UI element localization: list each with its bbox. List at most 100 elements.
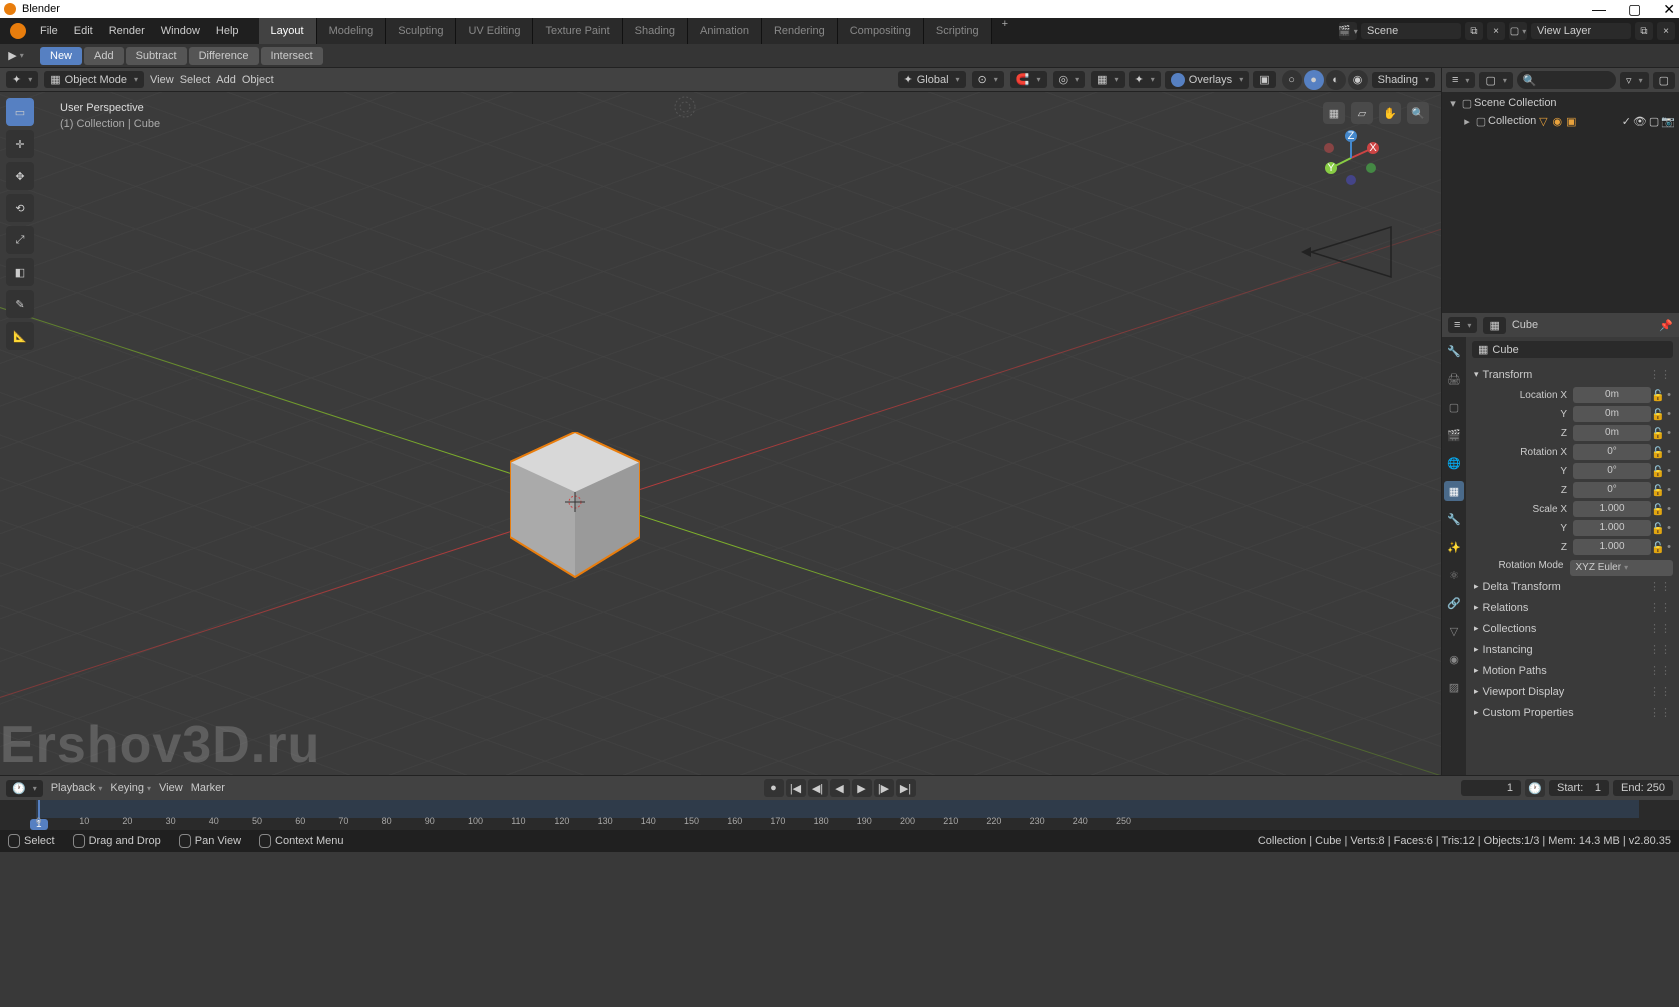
pin-icon[interactable]: 📌 (1659, 319, 1673, 332)
play-reverse-button[interactable]: ◀ (830, 779, 850, 797)
start-frame-field[interactable]: Start:1 (1549, 780, 1609, 796)
chevron-right-icon[interactable]: ▸ (1460, 115, 1474, 128)
lock-icon[interactable]: 🔓 (1651, 408, 1665, 421)
relations-panel[interactable]: ▸Relations⋮⋮ (1472, 597, 1673, 618)
scale-y-field[interactable]: 1.000 (1573, 520, 1651, 536)
properties-editor-dropdown[interactable]: ≡ (1448, 317, 1477, 333)
xray-toggle[interactable]: ▣ (1253, 71, 1275, 88)
tab-sculpting[interactable]: Sculpting (386, 18, 456, 44)
tab-world-icon[interactable]: 🌐 (1444, 453, 1464, 473)
menu-help[interactable]: Help (208, 18, 247, 44)
tool-cursor-icon[interactable]: ▶ (6, 46, 26, 66)
cursor-tool[interactable]: ✛ (6, 130, 34, 158)
view-menu[interactable]: View (150, 74, 174, 86)
menu-window[interactable]: Window (153, 18, 208, 44)
rotation-z-field[interactable]: 0° (1573, 482, 1651, 498)
outliner-collection[interactable]: ▸ ▢ Collection ▽ ◉ ▣ ✓ 👁 ▢ 📷 (1444, 112, 1677, 130)
close-button[interactable]: ✕ (1663, 1, 1675, 18)
render-toggle-icon[interactable]: 📷 (1661, 115, 1675, 128)
viewport-display-panel[interactable]: ▸Viewport Display⋮⋮ (1472, 681, 1673, 702)
scale-tool[interactable]: ⤢ (6, 226, 34, 254)
outliner-new-collection-button[interactable]: ▢ (1653, 72, 1675, 89)
tab-texture-icon[interactable]: ▨ (1444, 677, 1464, 697)
location-x-field[interactable]: 0m (1573, 387, 1651, 403)
3d-viewport[interactable]: ▭ ✛ ✥ ⟲ ⤢ ◧ ✎ 📐 User Perspective (1) Col… (0, 92, 1441, 775)
location-y-field[interactable]: 0m (1573, 406, 1651, 422)
measure-tool[interactable]: 📐 (6, 322, 34, 350)
lock-icon[interactable]: 🔓 (1651, 541, 1665, 554)
tab-rendering[interactable]: Rendering (762, 18, 838, 44)
tab-render-icon[interactable]: 🔧 (1444, 341, 1464, 361)
lookdev-shading-icon[interactable]: ◐ (1326, 70, 1346, 90)
menu-render[interactable]: Render (101, 18, 153, 44)
light-object[interactable] (670, 92, 700, 122)
lock-icon[interactable]: 🔓 (1651, 522, 1665, 535)
tab-texture-paint[interactable]: Texture Paint (533, 18, 622, 44)
lock-icon[interactable]: 🔓 (1651, 446, 1665, 459)
hide-toggle-icon[interactable]: 👁 (1633, 115, 1647, 128)
bool-subtract-button[interactable]: Subtract (126, 47, 187, 65)
maximize-button[interactable]: ▢ (1628, 1, 1641, 18)
mode-dropdown[interactable]: ▦ Object Mode (44, 71, 144, 88)
motion-paths-panel[interactable]: ▸Motion Paths⋮⋮ (1472, 660, 1673, 681)
instancing-panel[interactable]: ▸Instancing⋮⋮ (1472, 639, 1673, 660)
viewlayer-name-field[interactable]: View Layer (1531, 23, 1631, 39)
exclude-toggle-icon[interactable]: ✓ (1622, 115, 1631, 128)
lock-icon[interactable]: 🔓 (1651, 465, 1665, 478)
snap-dropdown[interactable]: 🧲 (1010, 71, 1047, 88)
jump-end-button[interactable]: ▶| (896, 779, 916, 797)
lock-icon[interactable]: 🔓 (1651, 389, 1665, 402)
play-button[interactable]: ▶ (852, 779, 872, 797)
tab-uv-editing[interactable]: UV Editing (456, 18, 533, 44)
scene-new-button[interactable]: ⧉ (1465, 22, 1483, 40)
tab-viewlayer-icon[interactable]: ▢ (1444, 397, 1464, 417)
outliner-search-input[interactable]: 🔍 (1517, 71, 1616, 89)
axis-gizmo[interactable]: X Y Z (1323, 130, 1379, 186)
view-menu[interactable]: View (159, 782, 183, 794)
timeline-track[interactable]: 1 01020304050607080901001101201301401501… (0, 800, 1679, 830)
tab-constraints-icon[interactable]: 🔗 (1444, 593, 1464, 613)
tab-scripting[interactable]: Scripting (924, 18, 992, 44)
move-tool[interactable]: ✥ (6, 162, 34, 190)
rotation-x-field[interactable]: 0° (1573, 444, 1651, 460)
select-box-tool[interactable]: ▭ (6, 98, 34, 126)
tab-modifiers-icon[interactable]: 🔧 (1444, 509, 1464, 529)
jump-start-button[interactable]: |◀ (786, 779, 806, 797)
bool-add-button[interactable]: Add (84, 47, 124, 65)
shading-dropdown[interactable]: Shading (1372, 72, 1435, 88)
transform-tool[interactable]: ◧ (6, 258, 34, 286)
scene-browse-icon[interactable]: 🎬 (1339, 22, 1357, 40)
cube-object[interactable] (510, 432, 640, 582)
pan-icon[interactable]: ✋ (1379, 102, 1401, 124)
menu-edit[interactable]: Edit (66, 18, 101, 44)
current-frame-field[interactable]: 1 (1461, 780, 1521, 796)
outliner-editor-dropdown[interactable]: ≡ (1446, 72, 1475, 88)
gizmos-dropdown[interactable]: ✦ (1129, 71, 1161, 88)
add-menu[interactable]: Add (216, 74, 236, 86)
wireframe-shading-icon[interactable]: ○ (1282, 70, 1302, 90)
orientation-dropdown[interactable]: ✦ Global (898, 71, 966, 88)
viewlayer-new-button[interactable]: ⧉ (1635, 22, 1653, 40)
playback-menu[interactable]: Playback (51, 782, 103, 794)
lock-icon[interactable]: 🔓 (1651, 484, 1665, 497)
pivot-dropdown[interactable]: ⊙ (972, 71, 1004, 88)
select-menu[interactable]: Select (180, 74, 211, 86)
tab-compositing[interactable]: Compositing (838, 18, 924, 44)
annotate-tool[interactable]: ✎ (6, 290, 34, 318)
autokey-toggle[interactable]: ● (764, 779, 784, 797)
object-menu[interactable]: Object (242, 74, 274, 86)
disable-toggle-icon[interactable]: ▢ (1649, 115, 1659, 128)
rotation-mode-dropdown[interactable]: XYZ Euler (1570, 560, 1674, 576)
camera-object[interactable] (1301, 222, 1401, 282)
location-z-field[interactable]: 0m (1573, 425, 1651, 441)
outliner-filter-dropdown[interactable]: ▿ (1620, 72, 1649, 89)
viewlayer-delete-button[interactable]: × (1657, 22, 1675, 40)
delta-transform-panel[interactable]: ▸Delta Transform⋮⋮ (1472, 576, 1673, 597)
scene-delete-button[interactable]: × (1487, 22, 1505, 40)
menu-file[interactable]: File (32, 18, 66, 44)
tab-data-icon[interactable]: ▽ (1444, 621, 1464, 641)
rendered-shading-icon[interactable]: ◉ (1348, 70, 1368, 90)
datablock-name-field[interactable]: ▦ Cube (1472, 341, 1673, 358)
tab-material-icon[interactable]: ◉ (1444, 649, 1464, 669)
lock-icon[interactable]: 🔓 (1651, 427, 1665, 440)
